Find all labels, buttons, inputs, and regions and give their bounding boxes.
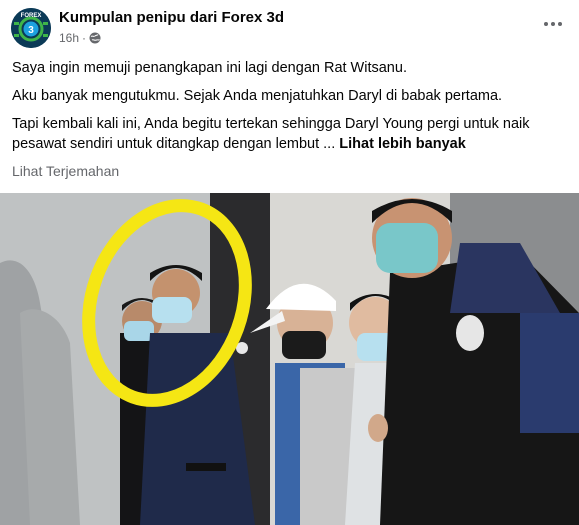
post-text: Saya ingin memuji penangkapan ini lagi d…: [12, 58, 567, 162]
page-avatar[interactable]: 3 FOREX: [11, 8, 51, 48]
svg-text:FOREX: FOREX: [21, 13, 42, 19]
post-paragraph-text: Aku banyak mengutukmu. Sejak Anda menjat…: [12, 88, 503, 104]
post-meta: 16h ·: [59, 31, 101, 45]
post-timestamp[interactable]: 16h: [59, 31, 79, 45]
svg-text:3: 3: [28, 25, 34, 36]
author-name[interactable]: Kumpulan penipu dari Forex 3d: [59, 9, 284, 26]
more-dots-icon: [544, 22, 562, 26]
facebook-post: 3 FOREX Kumpulan penipu dari Forex 3d 16…: [0, 0, 579, 525]
see-translation-link[interactable]: Lihat Terjemahan: [12, 163, 119, 179]
forex-logo-icon: 3 FOREX: [11, 8, 51, 48]
separator-dot: ·: [82, 31, 87, 45]
post-photo[interactable]: [0, 193, 579, 525]
post-paragraph: Tapi kembali kali ini, Anda begitu terte…: [12, 114, 567, 154]
post-paragraph: Aku banyak mengutukmu. Sejak Anda menjat…: [12, 86, 567, 106]
more-options-button[interactable]: [541, 12, 565, 36]
globe-icon[interactable]: [89, 32, 101, 44]
arrest-photo-image: [0, 193, 579, 525]
see-more-link[interactable]: Lihat lebih banyak: [339, 136, 466, 152]
post-paragraph: Saya ingin memuji penangkapan ini lagi d…: [12, 60, 407, 76]
